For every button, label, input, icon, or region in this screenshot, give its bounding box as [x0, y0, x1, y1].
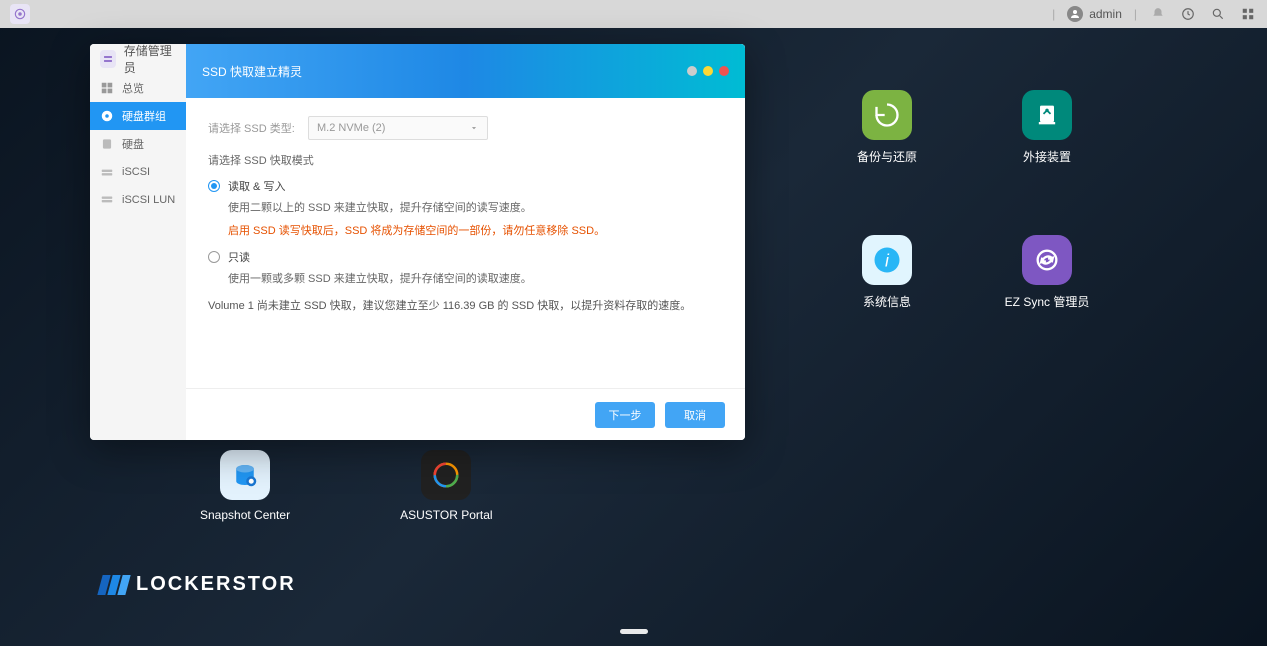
- ssd-type-label: 请选择 SSD 类型:: [208, 120, 298, 136]
- ssd-cache-wizard: SSD 快取建立精灵 请选择 SSD 类型: M.2 NVMe (2) 请选择 …: [186, 44, 745, 440]
- close-icon[interactable]: [719, 66, 729, 76]
- radio-warning: 启用 SSD 读写快取后，SSD 将成为存储空间的一部份，请勿任意移除 SSD。: [228, 223, 723, 240]
- wizard-body: 请选择 SSD 类型: M.2 NVMe (2) 请选择 SSD 快取模式 读取…: [186, 98, 745, 388]
- desktop-icon-snapshot[interactable]: Snapshot Center: [200, 450, 290, 522]
- desktop-icon-label: 备份与还原: [857, 148, 917, 165]
- search-icon[interactable]: [1209, 5, 1227, 23]
- desktop-icon-portal[interactable]: ASUSTOR Portal: [400, 450, 492, 522]
- desktop-icon-label: EZ Sync 管理员: [1005, 293, 1090, 310]
- dashboard-icon[interactable]: [1239, 5, 1257, 23]
- sidebar-item-overview[interactable]: 总览: [90, 74, 186, 102]
- storage-manager-window: 存储管理员 总览 硬盘群组 硬盘 iSCSI iSCSI LUN 5 TB: [90, 44, 745, 440]
- app-launcher-icon[interactable]: [10, 4, 30, 24]
- sidebar-item-diskgroup[interactable]: 硬盘群组: [90, 102, 186, 130]
- cache-mode-label: 请选择 SSD 快取模式: [208, 152, 723, 168]
- desktop-icon-grid: 备份与还原 外接装置 i 系统信息 EZ Sync 管理员: [827, 90, 1107, 310]
- status-icon[interactable]: [1179, 5, 1197, 23]
- radio-label: 只读: [228, 249, 250, 265]
- sidebar-item-disk[interactable]: 硬盘: [90, 130, 186, 158]
- radio-icon: [208, 180, 220, 192]
- window-title: 存储管理员: [124, 44, 176, 76]
- storage-manager-app-icon: [100, 50, 116, 68]
- chevron-down-icon: [469, 123, 479, 133]
- wizard-header[interactable]: SSD 快取建立精灵: [186, 44, 745, 98]
- brand-logo: LOCKERSTOR: [100, 573, 296, 596]
- bottom-handle[interactable]: [620, 629, 648, 634]
- desktop-icon-label: ASUSTOR Portal: [400, 508, 492, 522]
- desktop-icon-label: 系统信息: [863, 293, 911, 310]
- wizard-recommendation: Volume 1 尚未建立 SSD 快取，建议您建立至少 116.39 GB 的…: [208, 298, 723, 315]
- user-menu[interactable]: admin: [1067, 6, 1122, 22]
- username-label: admin: [1089, 7, 1122, 21]
- next-button[interactable]: 下一步: [595, 402, 655, 428]
- user-avatar-icon: [1067, 6, 1083, 22]
- desktop-icon-ezsync[interactable]: EZ Sync 管理员: [987, 235, 1107, 310]
- radio-read-only[interactable]: 只读: [208, 249, 723, 265]
- desktop-icon-external[interactable]: 外接装置: [987, 90, 1107, 165]
- sidebar-item-label: iSCSI: [122, 166, 150, 178]
- sidebar-item-iscsi[interactable]: iSCSI: [90, 158, 186, 186]
- external-device-icon: [1022, 90, 1072, 140]
- sidebar-item-iscsi-lun[interactable]: iSCSI LUN: [90, 186, 186, 214]
- ssd-type-select[interactable]: M.2 NVMe (2): [308, 116, 488, 140]
- desktop-icon-backup[interactable]: 备份与还原: [827, 90, 947, 165]
- cancel-button[interactable]: 取消: [665, 402, 725, 428]
- wizard-title: SSD 快取建立精灵: [202, 63, 302, 80]
- sidebar-item-label: 硬盘: [122, 136, 144, 152]
- radio-read-write[interactable]: 读取 & 写入: [208, 178, 723, 194]
- window-controls: [687, 66, 729, 76]
- radio-label: 读取 & 写入: [228, 178, 285, 194]
- portal-icon: [421, 450, 471, 500]
- minimize-icon[interactable]: [687, 66, 697, 76]
- radio-desc: 使用一颗或多颗 SSD 来建立快取，提升存储空间的读取速度。: [228, 271, 723, 288]
- sidebar-item-label: 硬盘群组: [122, 108, 166, 124]
- radio-desc: 使用二颗以上的 SSD 来建立快取，提升存储空间的读写速度。: [228, 200, 723, 217]
- wizard-footer: 下一步 取消: [186, 388, 745, 440]
- ezsync-icon: [1022, 235, 1072, 285]
- maximize-icon[interactable]: [703, 66, 713, 76]
- notification-icon[interactable]: [1149, 5, 1167, 23]
- sidebar-item-label: iSCSI LUN: [122, 194, 175, 206]
- backup-restore-icon: [862, 90, 912, 140]
- topbar: | admin |: [0, 0, 1267, 28]
- desktop-icon-sysinfo[interactable]: i 系统信息: [827, 235, 947, 310]
- desktop-icon-label: Snapshot Center: [200, 508, 290, 522]
- ssd-type-value: M.2 NVMe (2): [317, 122, 385, 134]
- desktop-icon-row-bottom: Snapshot Center ASUSTOR Portal: [200, 450, 493, 522]
- sidebar-item-label: 总览: [122, 80, 144, 96]
- desktop-icon-label: 外接装置: [1023, 148, 1071, 165]
- logo-text: LOCKERSTOR: [136, 573, 296, 596]
- window-title-bar[interactable]: 存储管理员: [90, 44, 186, 74]
- radio-icon: [208, 251, 220, 263]
- window-sidebar: 存储管理员 总览 硬盘群组 硬盘 iSCSI iSCSI LUN: [90, 44, 186, 440]
- system-info-icon: i: [862, 235, 912, 285]
- snapshot-icon: [220, 450, 270, 500]
